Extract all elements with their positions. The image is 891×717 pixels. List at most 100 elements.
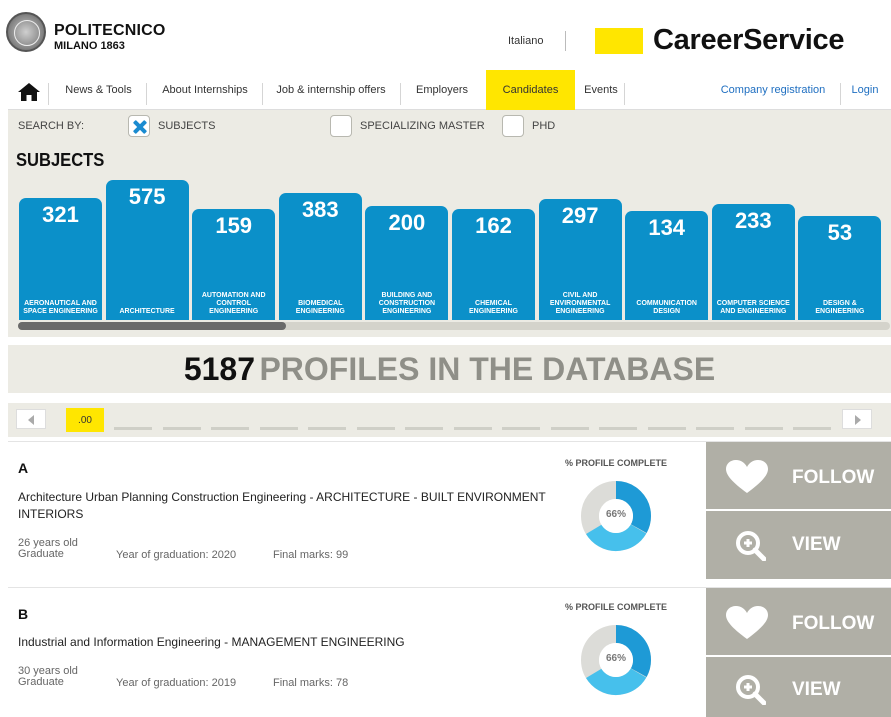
page-link[interactable]: [744, 427, 783, 430]
profile-card: B Industrial and Information Engineering…: [8, 587, 891, 717]
subject-count: 53: [827, 220, 853, 246]
profile-status: Graduate: [18, 548, 64, 560]
subjects-checkbox[interactable]: [128, 115, 150, 137]
profile-name[interactable]: B: [18, 606, 28, 622]
logo-name[interactable]: POLITECNICO: [54, 22, 166, 40]
subject-count: 575: [128, 184, 166, 209]
nav-events[interactable]: Events: [576, 70, 626, 110]
divider: [565, 31, 566, 51]
subject-bar[interactable]: 53 DESIGN & ENGINEERING: [798, 216, 882, 320]
subjects-option-label[interactable]: SUBJECTS: [158, 120, 215, 132]
profile-complete-donut: 66%: [580, 624, 652, 696]
home-icon[interactable]: [18, 83, 40, 101]
subject-label: AERONAUTICAL AND SPACE ENGINEERING: [23, 300, 98, 315]
profile-description: Architecture Urban Planning Construction…: [18, 490, 546, 521]
profile-graduation-year: Year of graduation: 2020: [116, 549, 237, 561]
page-link[interactable]: [162, 427, 201, 430]
subject-label: COMPUTER SCIENCE AND ENGINEERING: [716, 300, 790, 315]
profile-description: Industrial and Information Engineering -…: [18, 635, 405, 649]
subject-count: 383: [301, 197, 339, 223]
profile-complete-title: % PROFILE COMPLETE: [564, 458, 667, 468]
subject-count: 233: [734, 207, 772, 233]
page-link[interactable]: [550, 427, 589, 430]
divider: [262, 83, 263, 105]
search-by-bar: SEARCH BY: SUBJECTS SPECIALIZING MASTER …: [8, 110, 891, 142]
subject-count: 134: [648, 214, 686, 240]
subjects-title: SUBJECTS: [16, 150, 105, 170]
search-by-label: SEARCH BY:: [18, 120, 85, 132]
prev-page-button[interactable]: [16, 409, 46, 429]
follow-label: FOLLOW: [792, 467, 875, 488]
subject-bar[interactable]: 159 AUTOMATION AND CONTROL ENGINEERING: [192, 208, 276, 320]
heart-icon: [726, 460, 768, 493]
university-seal-logo[interactable]: [6, 12, 46, 52]
nav-candidates[interactable]: Candidates: [486, 70, 575, 110]
subject-bar[interactable]: 233 COMPUTER SCIENCE AND ENGINEERING: [711, 203, 795, 320]
page-link[interactable]: [793, 427, 831, 430]
page-link[interactable]: [599, 427, 637, 430]
chevron-left-icon: [28, 415, 34, 425]
divider: [48, 83, 49, 105]
main-nav: News & Tools About Internships Job & int…: [8, 70, 891, 110]
pagination: .00: [8, 403, 891, 437]
subject-bar[interactable]: 383 BIOMEDICAL ENGINEERING: [278, 193, 362, 320]
nav-about-internships[interactable]: About Internships: [150, 70, 260, 110]
profile-name[interactable]: A: [18, 460, 28, 476]
follow-button[interactable]: FOLLOW: [706, 588, 891, 655]
nav-news-tools[interactable]: News & Tools: [56, 70, 141, 110]
subject-label: DESIGN & ENGINEERING: [815, 300, 865, 315]
page-link[interactable]: [114, 427, 152, 430]
brand-title[interactable]: CareerService: [653, 24, 845, 57]
subject-count: 200: [388, 210, 426, 236]
brand-accent-block: [595, 28, 643, 54]
subject-bar[interactable]: 575 ARCHITECTURE: [105, 180, 189, 320]
site-header: POLITECNICO MILANO 1863 Italiano CareerS…: [0, 0, 891, 66]
subject-bar[interactable]: 134 COMMUNICATION DESIGN: [625, 210, 709, 320]
page-link[interactable]: [405, 427, 443, 430]
page-link[interactable]: [308, 427, 346, 430]
page-link[interactable]: [356, 427, 395, 430]
next-page-button[interactable]: [842, 409, 872, 429]
phd-checkbox[interactable]: [502, 115, 524, 137]
language-link[interactable]: Italiano: [508, 35, 543, 47]
nav-job-offers[interactable]: Job & internship offers: [266, 70, 396, 110]
company-registration-link[interactable]: Company registration: [708, 70, 838, 110]
profiles-banner-text: PROFILES IN THE DATABASE: [259, 351, 716, 387]
subject-count: 321: [42, 201, 79, 227]
profile-complete-donut: 66%: [580, 480, 652, 552]
heart-icon: [726, 606, 768, 639]
phd-option-label[interactable]: PHD: [532, 120, 555, 132]
subject-bar[interactable]: 297 CIVIL AND ENVIRONMENTAL ENGINEERING: [538, 199, 622, 320]
specializing-master-checkbox[interactable]: [330, 115, 352, 137]
subject-label: AUTOMATION AND CONTROL ENGINEERING: [201, 292, 266, 315]
subject-bar[interactable]: 162 CHEMICAL ENGINEERING: [452, 208, 535, 320]
page-link[interactable]: [453, 427, 492, 430]
zoom-in-icon: [736, 675, 766, 705]
follow-button[interactable]: FOLLOW: [706, 442, 891, 509]
page-link[interactable]: [647, 427, 686, 430]
login-link[interactable]: Login: [844, 70, 886, 110]
page-link[interactable]: [259, 427, 298, 430]
divider: [146, 83, 147, 105]
subject-bar[interactable]: 200 BUILDING AND CONSTRUCTION ENGINEERING: [365, 206, 449, 320]
divider: [624, 83, 625, 105]
page-link[interactable]: [502, 427, 540, 430]
zoom-in-icon: [736, 531, 766, 561]
scrollbar-thumb[interactable]: [18, 322, 286, 330]
view-label: VIEW: [792, 534, 841, 555]
specializing-master-option-label[interactable]: SPECIALIZING MASTER: [360, 120, 485, 132]
divider: [400, 83, 401, 105]
subject-label: BIOMEDICAL ENGINEERING: [295, 300, 345, 315]
subjects-scrollbar[interactable]: [18, 322, 890, 330]
view-button[interactable]: VIEW: [706, 511, 891, 579]
logo-subtitle[interactable]: MILANO 1863: [54, 40, 125, 52]
page-link[interactable]: [696, 427, 734, 430]
subject-bar[interactable]: 321 AERONAUTICAL AND SPACE ENGINEERING: [19, 197, 102, 320]
nav-employers[interactable]: Employers: [404, 70, 480, 110]
view-button[interactable]: VIEW: [706, 657, 891, 717]
profiles-banner: 5187 PROFILES IN THE DATABASE: [8, 345, 891, 393]
page-link[interactable]: [211, 427, 249, 430]
subject-label: COMMUNICATION DESIGN: [636, 300, 697, 315]
profiles-count: 5187: [183, 351, 255, 387]
page-current[interactable]: .00: [66, 408, 104, 432]
